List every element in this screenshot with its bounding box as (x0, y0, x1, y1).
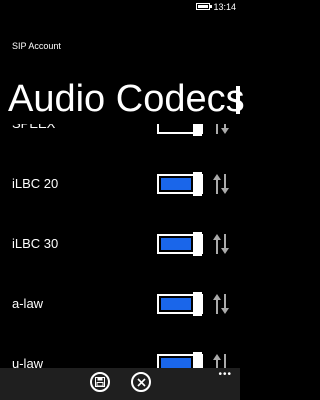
save-icon (95, 377, 105, 387)
reorder-icon[interactable] (212, 352, 230, 368)
reorder-icon[interactable] (212, 172, 230, 196)
codec-label: iLBC 30 (12, 236, 59, 251)
codec-toggle-ilbc20[interactable] (157, 172, 203, 196)
page-title-overflow (236, 86, 240, 114)
reorder-icon[interactable] (212, 292, 230, 316)
save-button[interactable] (90, 372, 110, 392)
battery-icon (196, 3, 212, 10)
codec-row-ilbc20: iLBC 20 (0, 164, 240, 204)
more-icon[interactable]: ••• (218, 370, 232, 380)
codec-list: SPEEX iLBC 20 iLBC 30 a-law u-law (0, 124, 240, 368)
codec-row-ilbc30: iLBC 30 (0, 224, 240, 264)
status-bar: 13:14 (0, 0, 240, 14)
codec-label: u-law (12, 356, 44, 368)
reorder-icon[interactable] (212, 232, 230, 256)
codec-row-speex: SPEEX (0, 124, 240, 144)
status-clock: 13:14 (213, 2, 236, 12)
codec-row-ulaw: u-law (0, 344, 240, 368)
page-title: Audio Codecs (8, 78, 245, 120)
codec-toggle-ulaw[interactable] (157, 352, 203, 368)
codec-toggle-alaw[interactable] (157, 292, 203, 316)
codec-row-alaw: a-law (0, 284, 240, 324)
codec-label: iLBC 20 (12, 176, 59, 191)
codec-label: SPEEX (12, 124, 55, 132)
cancel-button[interactable] (131, 372, 151, 392)
codec-toggle-ilbc30[interactable] (157, 232, 203, 256)
codec-toggle-speex[interactable] (157, 124, 203, 136)
app-title: SIP Account (12, 41, 61, 51)
codec-label: a-law (12, 296, 44, 311)
reorder-icon[interactable] (212, 124, 230, 136)
app-bar: ••• (0, 368, 240, 400)
close-icon (136, 377, 146, 387)
